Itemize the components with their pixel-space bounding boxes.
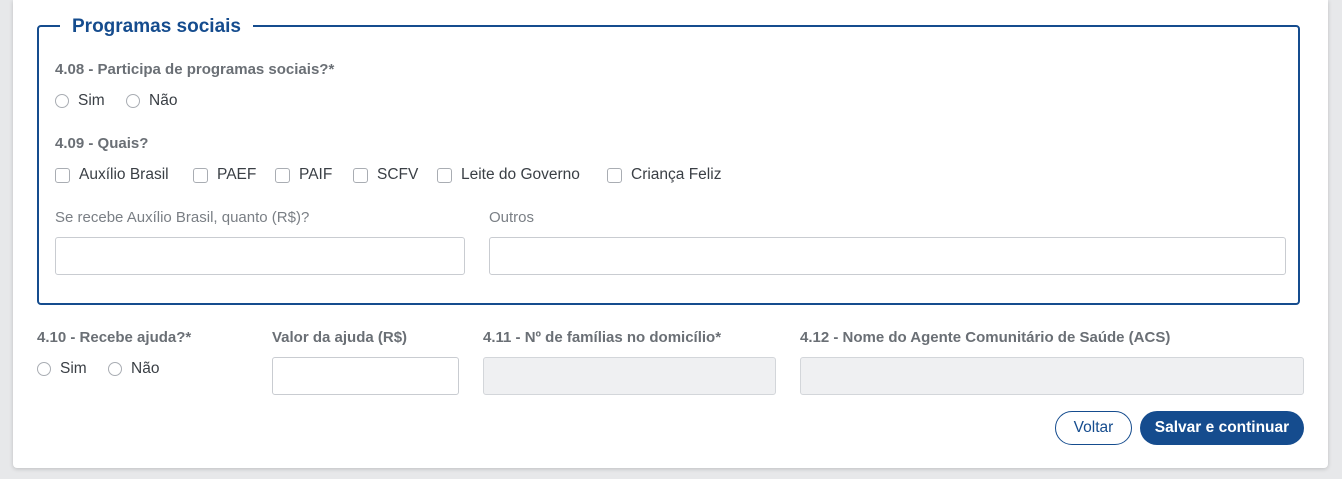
q409-label: 4.09 - Quais?	[55, 135, 149, 152]
q411-input	[483, 357, 776, 395]
auxilio-amount-label: Se recebe Auxílio Brasil, quanto (R$)?	[55, 209, 310, 226]
option-label: Criança Feliz	[631, 166, 722, 183]
auxilio-amount-input[interactable]	[55, 237, 465, 275]
checkbox-icon[interactable]	[607, 167, 622, 183]
q409-option-scfv[interactable]: SCFV	[353, 166, 418, 184]
save-continue-button[interactable]: Salvar e continuar	[1140, 411, 1304, 445]
q412-input	[800, 357, 1304, 395]
radio-icon[interactable]	[37, 362, 51, 376]
q410-option-sim[interactable]: Sim	[37, 360, 87, 378]
option-label: PAIF	[299, 166, 333, 183]
q409-option-crianca-feliz[interactable]: Criança Feliz	[607, 166, 721, 184]
checkbox-icon[interactable]	[193, 167, 208, 183]
valor-ajuda-input[interactable]	[272, 357, 459, 395]
q409-option-auxilio-brasil[interactable]: Auxílio Brasil	[55, 166, 169, 184]
checkbox-icon[interactable]	[55, 167, 70, 183]
radio-icon[interactable]	[108, 362, 122, 376]
q410-option-nao[interactable]: Não	[108, 360, 159, 378]
outros-label: Outros	[489, 209, 535, 226]
valor-ajuda-label: Valor da ajuda (R$)	[272, 329, 408, 346]
section-legend: Programas sociais	[60, 14, 253, 40]
q408-option-nao[interactable]: Não	[126, 92, 177, 110]
q409-option-paef[interactable]: PAEF	[193, 166, 256, 184]
q409-option-leite-do-governo[interactable]: Leite do Governo	[437, 166, 580, 184]
option-label: Auxílio Brasil	[79, 166, 169, 183]
back-button[interactable]: Voltar	[1055, 411, 1132, 445]
q410-label: 4.10 - Recebe ajuda?*	[37, 329, 192, 346]
q408-option-sim[interactable]: Sim	[55, 92, 105, 110]
q409-option-paif[interactable]: PAIF	[275, 166, 332, 184]
option-label: Sim	[78, 92, 105, 109]
radio-icon[interactable]	[126, 94, 140, 108]
option-label: PAEF	[217, 166, 257, 183]
option-label: Sim	[60, 360, 87, 377]
option-label: Leite do Governo	[461, 166, 580, 183]
option-label: Não	[131, 360, 160, 377]
q411-label: 4.11 - Nº de famílias no domicílio*	[483, 329, 722, 346]
option-label: Não	[149, 92, 178, 109]
checkbox-icon[interactable]	[275, 167, 290, 183]
q412-label: 4.12 - Nome do Agente Comunitário de Saú…	[800, 329, 1171, 346]
checkbox-icon[interactable]	[353, 167, 368, 183]
q408-label: 4.08 - Participa de programas sociais?*	[55, 61, 335, 78]
option-label: SCFV	[377, 166, 419, 183]
radio-icon[interactable]	[55, 94, 69, 108]
outros-input[interactable]	[489, 237, 1286, 275]
checkbox-icon[interactable]	[437, 167, 452, 183]
